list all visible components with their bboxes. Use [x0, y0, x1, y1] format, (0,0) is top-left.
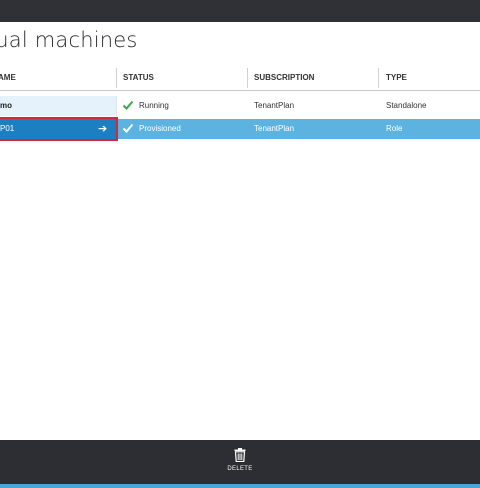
- top-navigation-bar: [0, 0, 480, 22]
- column-divider[interactable]: [116, 68, 117, 88]
- page-title: rtual machines: [0, 28, 138, 52]
- column-header-type[interactable]: TYPE: [386, 73, 407, 82]
- vm-name[interactable]: P01: [0, 124, 14, 133]
- column-header-name[interactable]: AME: [0, 73, 16, 82]
- vm-type: Role: [386, 124, 403, 133]
- column-divider[interactable]: [378, 68, 379, 88]
- table-row[interactable]: mo Running TenantPlan Standalone: [0, 96, 480, 116]
- column-divider[interactable]: [247, 68, 248, 88]
- vm-status: Provisioned: [139, 124, 181, 133]
- check-icon: [122, 123, 134, 133]
- column-header-subscription[interactable]: SUBSCRIPTION: [254, 73, 314, 82]
- table-header: AME STATUS SUBSCRIPTION TYPE: [0, 66, 480, 91]
- vm-subscription: TenantPlan: [254, 101, 295, 110]
- table-row-selected[interactable]: P01 ➔ Provisioned TenantPlan Role: [0, 117, 480, 141]
- delete-label: DELETE: [227, 466, 253, 472]
- vm-subscription: TenantPlan: [254, 124, 295, 133]
- arrow-right-icon[interactable]: ➔: [98, 122, 107, 135]
- vm-status: Running: [139, 101, 169, 110]
- command-bar-accent: [0, 484, 480, 488]
- vm-name[interactable]: mo: [0, 101, 12, 110]
- delete-button[interactable]: DELETE: [224, 448, 256, 482]
- name-cell[interactable]: [0, 96, 117, 116]
- vm-type: Standalone: [386, 101, 427, 110]
- trash-icon: [234, 448, 246, 462]
- column-header-status[interactable]: STATUS: [123, 73, 154, 82]
- check-icon: [122, 100, 134, 110]
